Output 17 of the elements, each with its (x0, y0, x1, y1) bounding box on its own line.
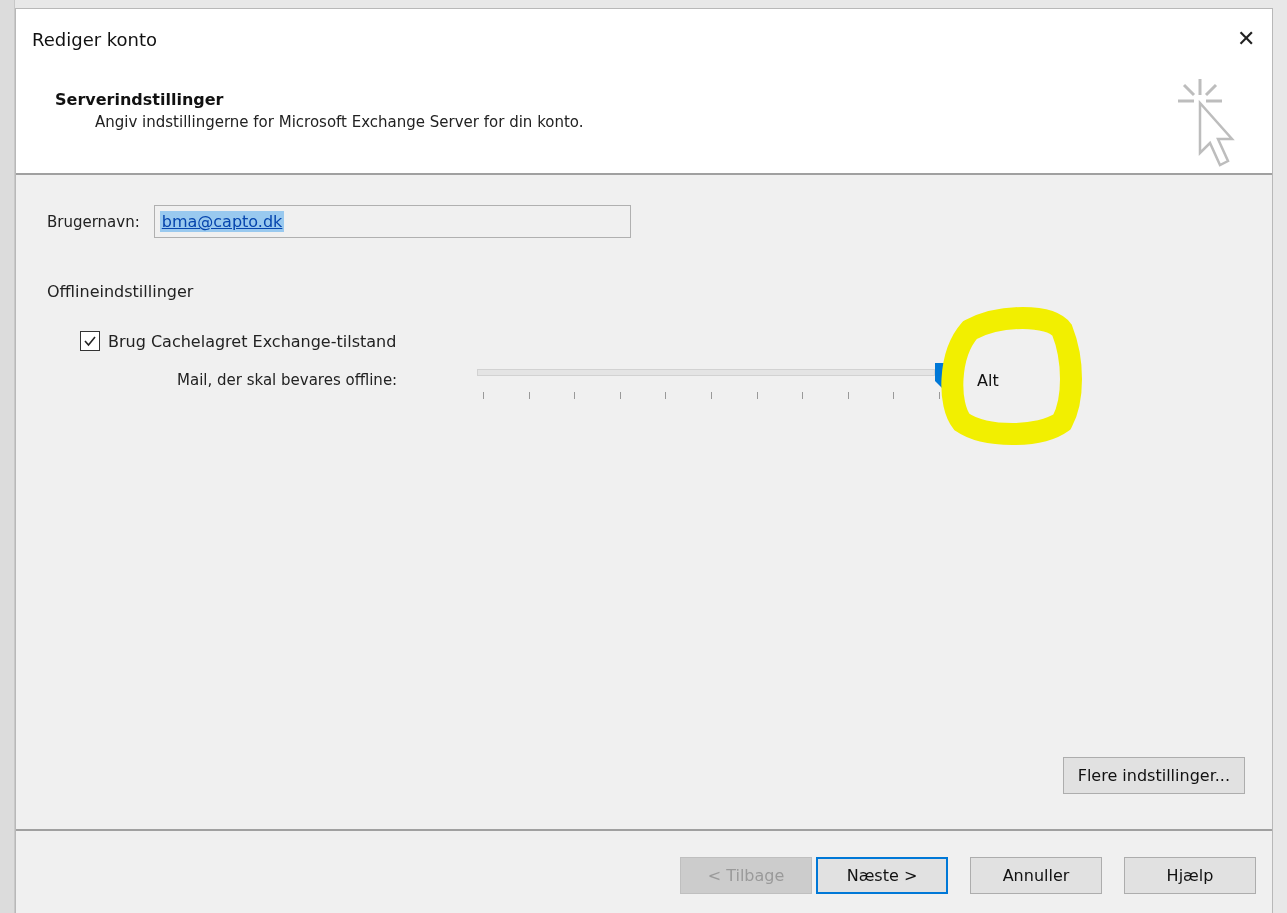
section-description: Angiv indstillingerne for Microsoft Exchange Server for din konto. (95, 112, 584, 131)
close-button[interactable]: ✕ (1220, 13, 1272, 65)
checkmark-icon (83, 334, 97, 348)
dialog-button[interactable]: Annuller (970, 857, 1102, 894)
checkbox[interactable] (80, 331, 100, 351)
dialog-button[interactable]: Hjælp (1124, 857, 1256, 894)
window-title: Rediger konto (32, 28, 158, 50)
section-title: Serverindstillinger (55, 89, 225, 109)
username-field[interactable]: bma@capto.dk (153, 205, 631, 238)
username-value: bma@capto.dk (159, 211, 285, 232)
slider-value: Alt (977, 371, 999, 390)
more-settings-button[interactable]: Flere indstillinger... (1062, 757, 1245, 794)
slider-label: Mail, der skal bevares offline: (177, 371, 399, 389)
username-label: Brugernavn: (47, 212, 140, 231)
group-heading: Offlineindstillinger (47, 282, 195, 301)
checkbox-label: Brug Cachelagret Exchange-tilstand (108, 331, 397, 351)
dialog-button[interactable]: Næste > (816, 857, 948, 894)
